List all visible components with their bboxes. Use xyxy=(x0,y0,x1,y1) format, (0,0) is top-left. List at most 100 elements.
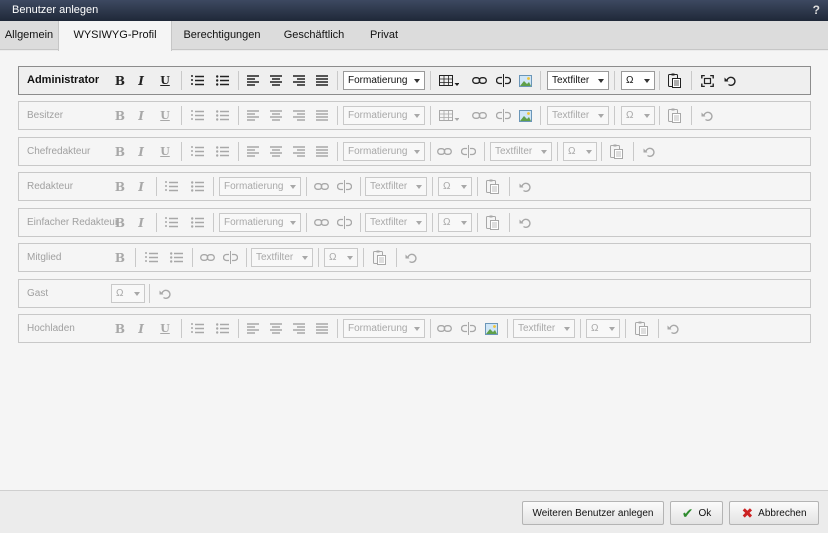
bold-button[interactable]: B xyxy=(113,319,127,338)
textfilter-dropdown[interactable]: Textfilter xyxy=(251,248,313,267)
tab-privat[interactable]: Privat xyxy=(356,21,412,50)
undo-button[interactable] xyxy=(641,142,657,161)
align-justify-button[interactable] xyxy=(314,106,330,125)
link-button[interactable] xyxy=(313,177,329,196)
undo-button[interactable] xyxy=(517,213,533,232)
special-char-dropdown[interactable]: Ω xyxy=(563,142,597,161)
special-char-dropdown[interactable]: Ω xyxy=(621,71,655,90)
link-button[interactable] xyxy=(313,213,329,232)
table-button[interactable] xyxy=(438,71,460,90)
unlink-button[interactable] xyxy=(460,142,476,161)
ordered-list-button[interactable] xyxy=(143,248,159,267)
italic-button[interactable]: I xyxy=(134,71,148,90)
image-button[interactable] xyxy=(517,71,533,90)
undo-button[interactable] xyxy=(157,284,173,303)
bullet-list-button[interactable] xyxy=(168,248,184,267)
italic-button[interactable]: I xyxy=(134,319,148,338)
undo-button[interactable] xyxy=(403,248,419,267)
textfilter-dropdown[interactable]: Textfilter xyxy=(365,177,427,196)
italic-button[interactable]: I xyxy=(134,106,148,125)
special-char-dropdown[interactable]: Ω xyxy=(438,177,472,196)
bullet-list-button[interactable] xyxy=(189,177,205,196)
paste-button[interactable] xyxy=(666,71,682,90)
ordered-list-button[interactable] xyxy=(189,106,205,125)
align-center-button[interactable] xyxy=(268,71,284,90)
align-left-button[interactable] xyxy=(245,106,261,125)
align-justify-button[interactable] xyxy=(314,319,330,338)
tab-allgemein[interactable]: Allgemein xyxy=(0,21,58,50)
italic-button[interactable]: I xyxy=(134,213,148,232)
format-dropdown[interactable]: Formatierung xyxy=(219,177,301,196)
underline-button[interactable]: U xyxy=(158,71,172,90)
special-char-dropdown[interactable]: Ω xyxy=(586,319,620,338)
image-button[interactable] xyxy=(483,319,499,338)
align-left-button[interactable] xyxy=(245,319,261,338)
tab-geschaeftlich[interactable]: Geschäftlich xyxy=(272,21,356,50)
align-right-button[interactable] xyxy=(291,71,307,90)
align-right-button[interactable] xyxy=(291,142,307,161)
format-dropdown[interactable]: Formatierung xyxy=(343,142,425,161)
format-dropdown[interactable]: Formatierung xyxy=(343,319,425,338)
paste-button[interactable] xyxy=(484,213,500,232)
italic-button[interactable]: I xyxy=(134,142,148,161)
link-button[interactable] xyxy=(436,319,452,338)
unlink-button[interactable] xyxy=(460,319,476,338)
paste-button[interactable] xyxy=(484,177,500,196)
underline-button[interactable]: U xyxy=(158,142,172,161)
format-dropdown[interactable]: Formatierung xyxy=(219,213,301,232)
textfilter-dropdown[interactable]: Textfilter xyxy=(513,319,575,338)
special-char-dropdown[interactable]: Ω xyxy=(438,213,472,232)
unlink-button[interactable] xyxy=(336,213,352,232)
align-left-button[interactable] xyxy=(245,142,261,161)
undo-button[interactable] xyxy=(722,71,738,90)
align-center-button[interactable] xyxy=(268,319,284,338)
align-right-button[interactable] xyxy=(291,319,307,338)
bold-button[interactable]: B xyxy=(113,106,127,125)
align-left-button[interactable] xyxy=(245,71,261,90)
fullscreen-button[interactable] xyxy=(699,71,715,90)
ordered-list-button[interactable] xyxy=(189,319,205,338)
unlink-button[interactable] xyxy=(495,71,511,90)
link-button[interactable] xyxy=(471,106,487,125)
bold-button[interactable]: B xyxy=(113,248,127,267)
unlink-button[interactable] xyxy=(222,248,238,267)
bold-button[interactable]: B xyxy=(113,177,127,196)
bullet-list-button[interactable] xyxy=(214,142,230,161)
underline-button[interactable]: U xyxy=(158,319,172,338)
bullet-list-button[interactable] xyxy=(214,71,230,90)
align-justify-button[interactable] xyxy=(314,142,330,161)
tab-wysiwyg-profil[interactable]: WYSIWYG-Profil xyxy=(58,21,172,51)
textfilter-dropdown[interactable]: Textfilter xyxy=(547,71,609,90)
table-button[interactable] xyxy=(438,106,460,125)
unlink-button[interactable] xyxy=(336,177,352,196)
textfilter-dropdown[interactable]: Textfilter xyxy=(490,142,552,161)
bullet-list-button[interactable] xyxy=(214,319,230,338)
ok-button[interactable]: ✔ Ok xyxy=(670,501,723,525)
undo-button[interactable] xyxy=(517,177,533,196)
link-button[interactable] xyxy=(199,248,215,267)
undo-button[interactable] xyxy=(665,319,681,338)
link-button[interactable] xyxy=(436,142,452,161)
ordered-list-button[interactable] xyxy=(189,142,205,161)
align-center-button[interactable] xyxy=(268,142,284,161)
tab-berechtigungen[interactable]: Berechtigungen xyxy=(172,21,272,50)
bullet-list-button[interactable] xyxy=(214,106,230,125)
unlink-button[interactable] xyxy=(495,106,511,125)
special-char-dropdown[interactable]: Ω xyxy=(324,248,358,267)
format-dropdown[interactable]: Formatierung xyxy=(343,106,425,125)
align-right-button[interactable] xyxy=(291,106,307,125)
align-center-button[interactable] xyxy=(268,106,284,125)
paste-button[interactable] xyxy=(371,248,387,267)
format-dropdown[interactable]: Formatierung xyxy=(343,71,425,90)
ordered-list-button[interactable] xyxy=(163,177,179,196)
bold-button[interactable]: B xyxy=(113,213,127,232)
help-icon[interactable]: ? xyxy=(813,0,820,21)
ordered-list-button[interactable] xyxy=(189,71,205,90)
textfilter-dropdown[interactable]: Textfilter xyxy=(365,213,427,232)
special-char-dropdown[interactable]: Ω xyxy=(111,284,145,303)
ordered-list-button[interactable] xyxy=(163,213,179,232)
cancel-button[interactable]: ✖ Abbrechen xyxy=(729,501,819,525)
align-justify-button[interactable] xyxy=(314,71,330,90)
italic-button[interactable]: I xyxy=(134,177,148,196)
paste-button[interactable] xyxy=(666,106,682,125)
